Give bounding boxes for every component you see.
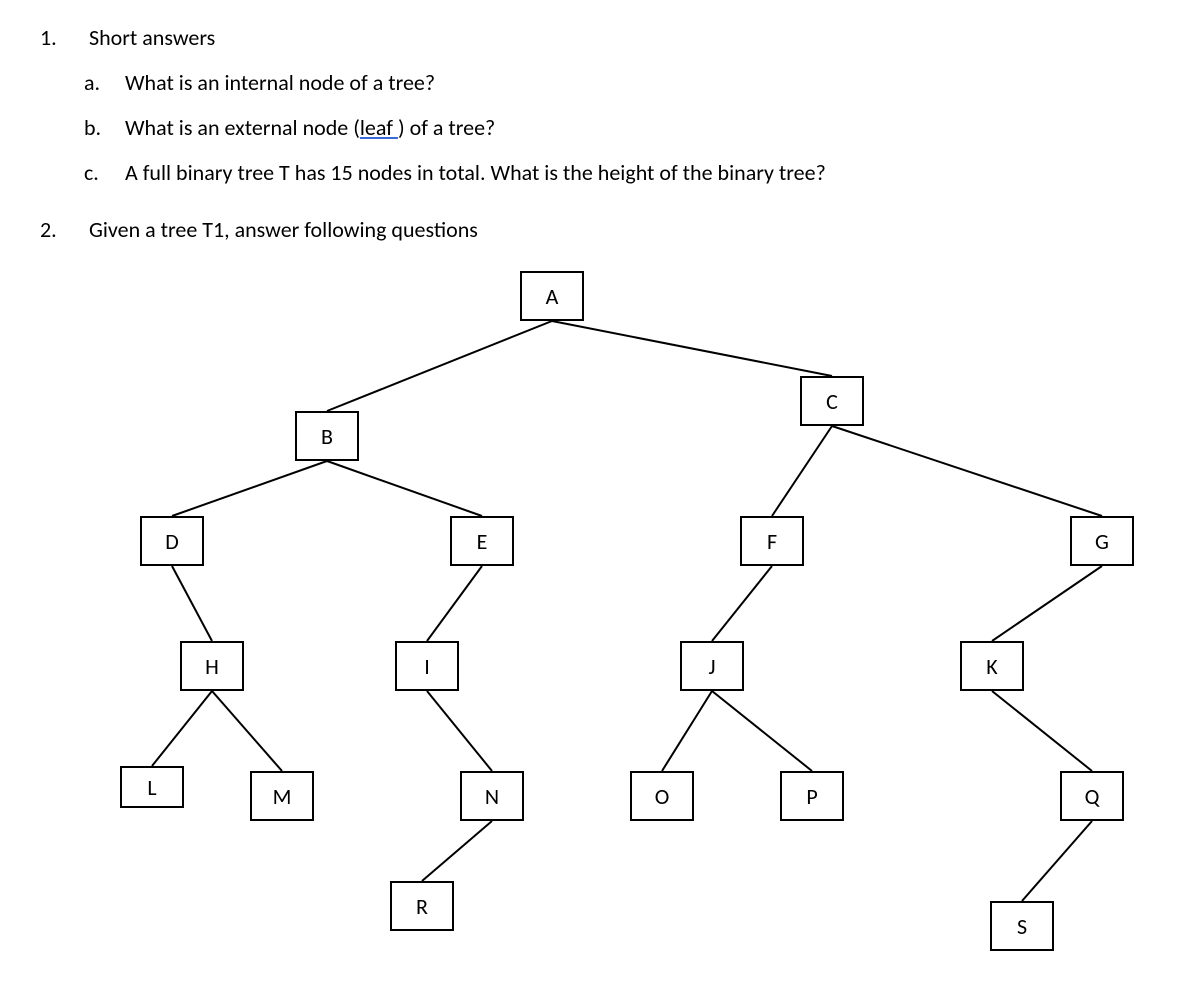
tree-node-I: I — [395, 641, 459, 691]
tree-edge-D-H — [172, 566, 212, 641]
tree-edge-J-P — [712, 691, 812, 771]
tree-edge-C-F — [772, 426, 832, 516]
tree-edge-G-K — [992, 566, 1102, 641]
tree-node-F: F — [740, 516, 804, 566]
q1c-letter: c. — [84, 159, 120, 186]
q1-title: Short answers — [89, 24, 215, 51]
tree-edge-K-Q — [992, 691, 1092, 771]
tree-diagram: A B C D E F G H I J K L M N O P Q R S — [60, 261, 1180, 961]
q1b-text: What is an external node (leaf ) of a tr… — [125, 114, 495, 141]
tree-edge-E-I — [427, 566, 482, 641]
tree-edge-H-M — [212, 691, 282, 771]
tree-edge-B-D — [172, 461, 327, 516]
tree-node-P: P — [780, 771, 844, 821]
tree-node-K: K — [960, 641, 1024, 691]
tree-node-S: S — [990, 901, 1054, 951]
tree-node-N: N — [460, 771, 524, 821]
q1a-letter: a. — [84, 69, 120, 96]
tree-node-B: B — [295, 411, 359, 461]
q1a: a. What is an internal node of a tree? — [84, 69, 1160, 96]
tree-node-L: L — [120, 766, 184, 808]
question-1: 1. Short answers — [40, 24, 1160, 51]
tree-edge-F-J — [712, 566, 772, 641]
q2-title: Given a tree T1, answer following questi… — [89, 216, 478, 243]
tree-node-R: R — [390, 881, 454, 931]
tree-node-Q: Q — [1060, 771, 1124, 821]
tree-node-C: C — [800, 376, 864, 426]
q1b: b. What is an external node (leaf ) of a… — [84, 114, 1160, 141]
q1b-post: ) of a tree? — [398, 114, 495, 141]
q2-number: 2. — [40, 216, 84, 243]
q1a-text: What is an internal node of a tree? — [125, 69, 435, 96]
tree-edge-C-G — [832, 426, 1102, 516]
tree-node-H: H — [180, 641, 244, 691]
q1b-pre: What is an external node ( — [125, 114, 360, 141]
tree-node-J: J — [680, 641, 744, 691]
q1b-letter: b. — [84, 114, 120, 141]
tree-edge-I-N — [427, 691, 492, 771]
tree-node-E: E — [450, 516, 514, 566]
tree-node-M: M — [250, 771, 314, 821]
q1b-leaf: leaf — [360, 114, 398, 141]
tree-node-D: D — [140, 516, 204, 566]
q1c: c. A full binary tree T has 15 nodes in … — [84, 159, 1160, 186]
tree-edge-Q-S — [1022, 821, 1092, 901]
tree-edge-J-O — [662, 691, 712, 771]
tree-edge-A-B — [327, 321, 552, 411]
tree-edge-N-R — [422, 821, 492, 881]
tree-edge-A-C — [552, 321, 832, 376]
q1-number: 1. — [40, 24, 84, 51]
tree-node-A: A — [520, 271, 584, 321]
q1c-text: A full binary tree T has 15 nodes in tot… — [125, 159, 826, 186]
question-2: 2. Given a tree T1, answer following que… — [40, 216, 1160, 243]
tree-edge-B-E — [327, 461, 482, 516]
tree-edge-H-L — [152, 691, 212, 766]
tree-edges — [60, 261, 1180, 961]
tree-node-G: G — [1070, 516, 1134, 566]
tree-node-O: O — [630, 771, 694, 821]
